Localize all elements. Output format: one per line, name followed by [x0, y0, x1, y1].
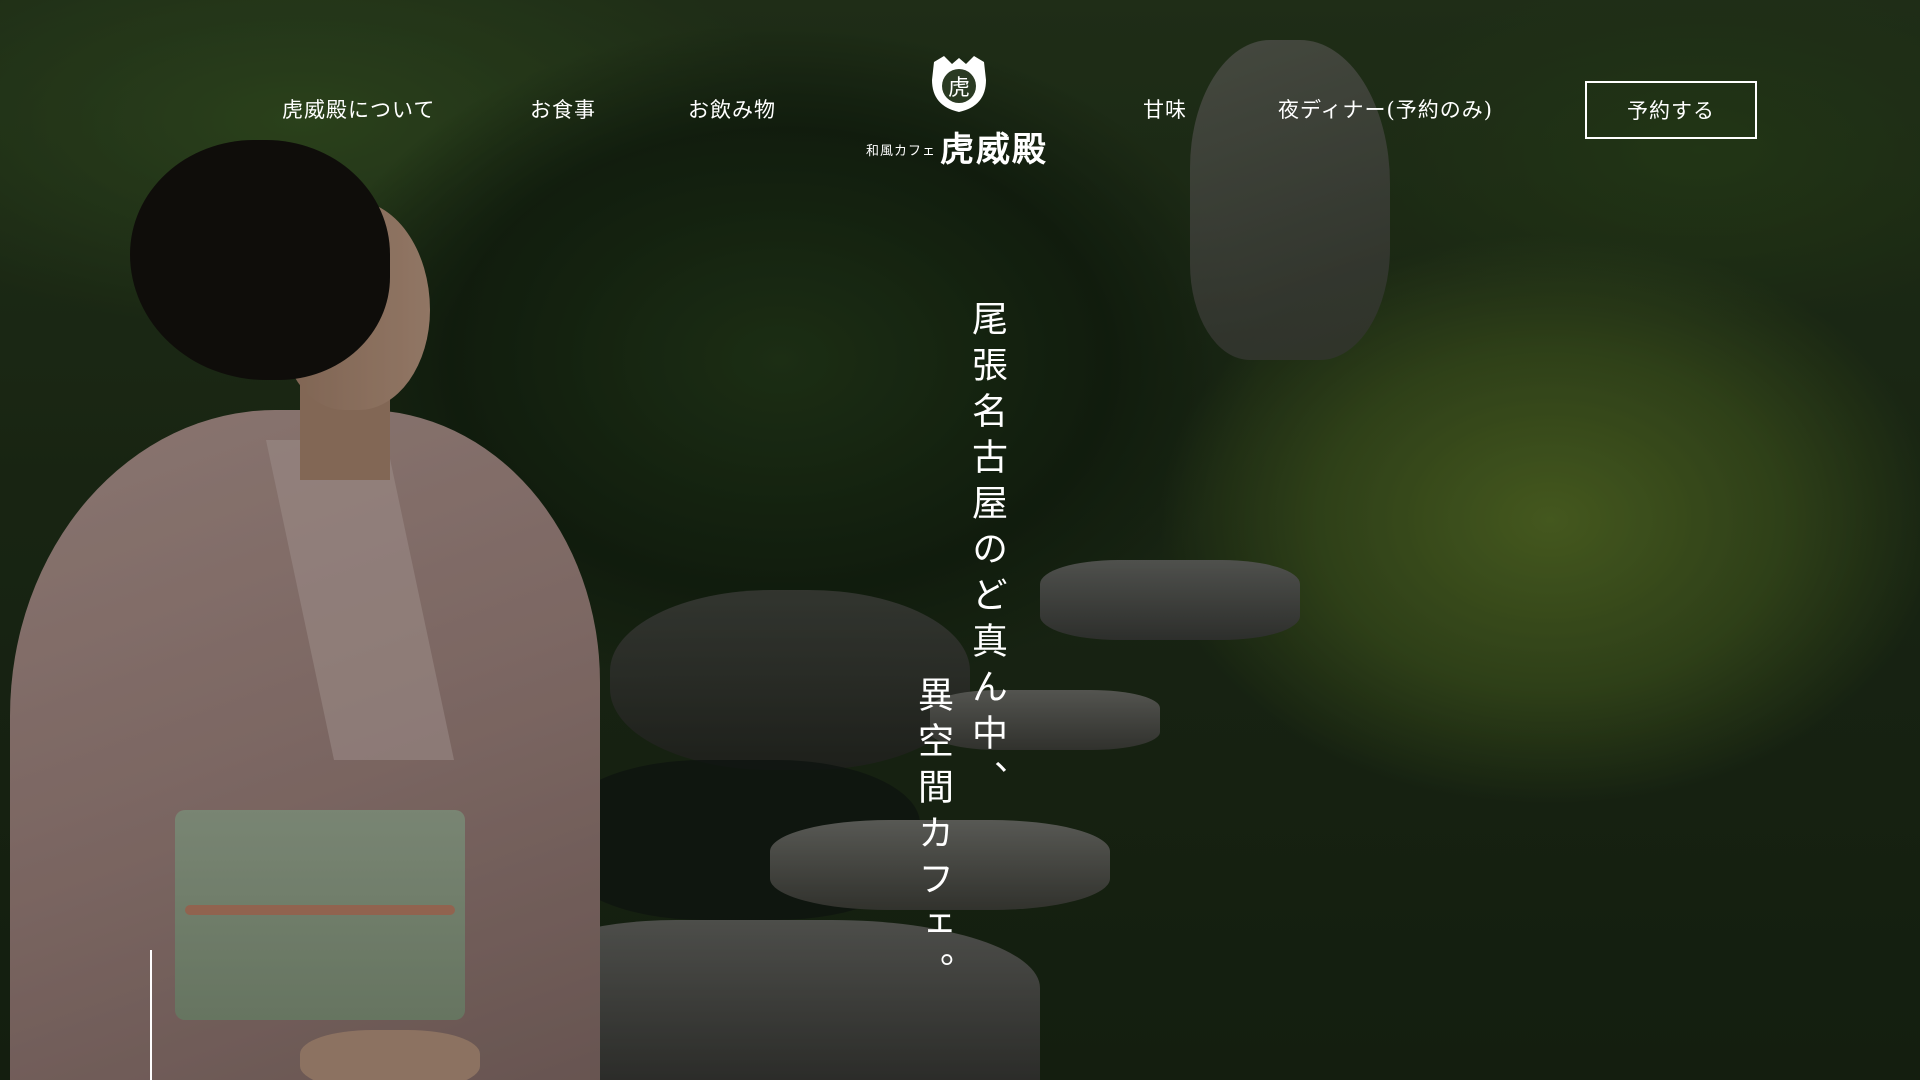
hero-tagline-line1: 尾張名古屋のど真ん中、 [966, 300, 1007, 806]
nav-dinner-link[interactable]: 夜ディナー(予約のみ) [1278, 94, 1493, 124]
main-navigation: 虎威殿について お食事 お飲み物 虎 和風カフェ 虎威殿 甘味 夜ディナー(予約… [0, 0, 1920, 170]
logo-mark-char: 虎 [948, 76, 970, 101]
logo-name: 虎威殿 [940, 130, 1048, 170]
site-logo[interactable]: 虎 和風カフェ 虎威殿 [866, 52, 1056, 170]
logo-subtitle: 和風カフェ [866, 144, 937, 159]
tiger-crest-icon: 虎 [932, 56, 986, 112]
nav-food-link[interactable]: お食事 [530, 94, 596, 124]
scroll-indicator [150, 950, 152, 1080]
nav-about-link[interactable]: 虎威殿について [282, 94, 435, 124]
reserve-button[interactable]: 予約する [1585, 81, 1757, 139]
nav-sweets-link[interactable]: 甘味 [1143, 94, 1187, 124]
nav-drinks-link[interactable]: お飲み物 [688, 94, 776, 124]
hero-tagline-line2: 異空間カフェ。 [912, 676, 953, 998]
